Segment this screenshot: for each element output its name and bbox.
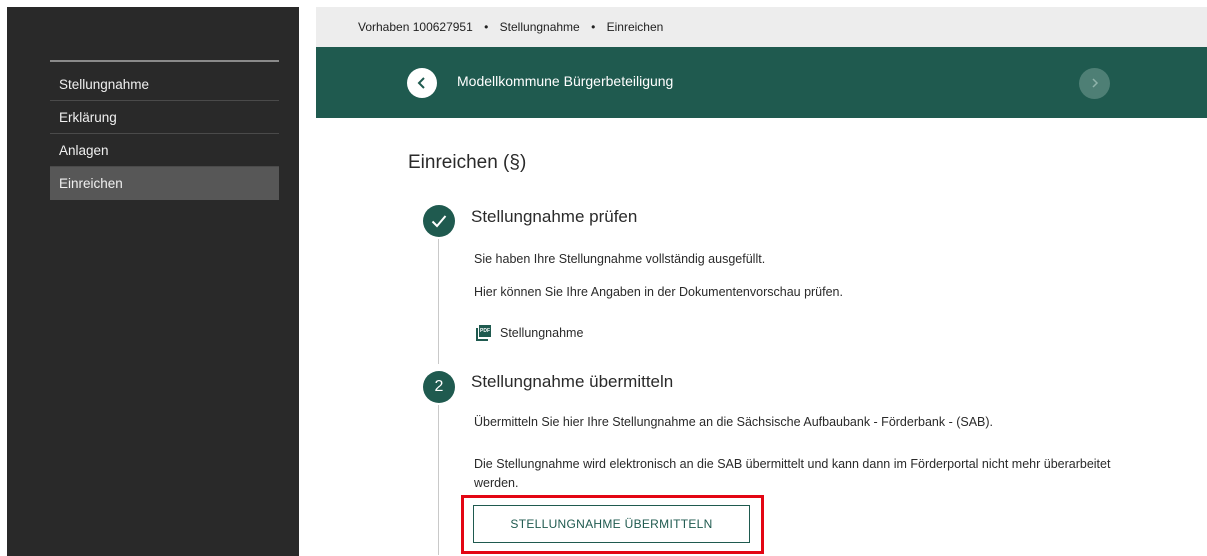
submit-statement-button[interactable]: STELLUNGNAHME ÜBERMITTELN <box>473 505 750 543</box>
step-connector <box>438 239 439 364</box>
page-title: Einreichen (§) <box>408 152 527 173</box>
step-title-pruefen: Stellungnahme prüfen <box>471 207 638 226</box>
pdf-icon: PDF <box>476 325 491 341</box>
step-text: Sie haben Ihre Stellungnahme vollständig… <box>474 252 766 266</box>
check-icon <box>431 215 447 228</box>
step-connector <box>438 405 439 555</box>
sidebar: Stellungnahme Erklärung Anlagen Einreich… <box>7 7 299 556</box>
breadcrumb-item-vorhaben[interactable]: Vorhaben 100627951 <box>358 20 473 34</box>
step-complete-marker <box>423 205 455 237</box>
sidebar-item-anlagen[interactable]: Anlagen <box>50 134 279 167</box>
step-number-marker: 2 <box>423 371 455 403</box>
sidebar-item-stellungnahme[interactable]: Stellungnahme <box>50 68 279 101</box>
breadcrumb-separator: • <box>591 20 596 34</box>
project-title: Modellkommune Bürgerbeteiligung <box>457 73 674 89</box>
breadcrumb-separator: • <box>484 20 489 34</box>
breadcrumb: Vorhaben 100627951 • Stellungnahme • Ein… <box>316 7 1207 47</box>
sidebar-nav: Stellungnahme Erklärung Anlagen Einreich… <box>50 68 279 200</box>
breadcrumb-item-einreichen: Einreichen <box>606 20 664 34</box>
document-link-label: Stellungnahme <box>500 326 584 340</box>
step-title-uebermitteln: Stellungnahme übermitteln <box>471 372 674 391</box>
forward-button[interactable] <box>1079 68 1110 99</box>
sidebar-item-erklaerung[interactable]: Erklärung <box>50 101 279 134</box>
step-text: Die Stellungnahme wird elektronisch an d… <box>474 457 1111 490</box>
step-text: Übermitteln Sie hier Ihre Stellungnahme … <box>474 415 994 429</box>
app-root: Stellungnahme Erklärung Anlagen Einreich… <box>0 0 1207 556</box>
project-banner: Modellkommune Bürgerbeteiligung <box>316 47 1207 118</box>
document-preview-link[interactable]: PDF Stellungnahme <box>476 325 583 341</box>
step-text: Hier können Sie Ihre Angaben in der Doku… <box>474 285 843 299</box>
sidebar-item-einreichen[interactable]: Einreichen <box>50 167 279 200</box>
chevron-right-icon <box>1091 78 1098 88</box>
back-button[interactable] <box>407 68 437 98</box>
main-content: Vorhaben 100627951 • Stellungnahme • Ein… <box>316 7 1207 556</box>
sidebar-divider <box>50 60 279 62</box>
breadcrumb-item-stellungnahme[interactable]: Stellungnahme <box>500 20 580 34</box>
chevron-left-icon <box>417 77 425 89</box>
